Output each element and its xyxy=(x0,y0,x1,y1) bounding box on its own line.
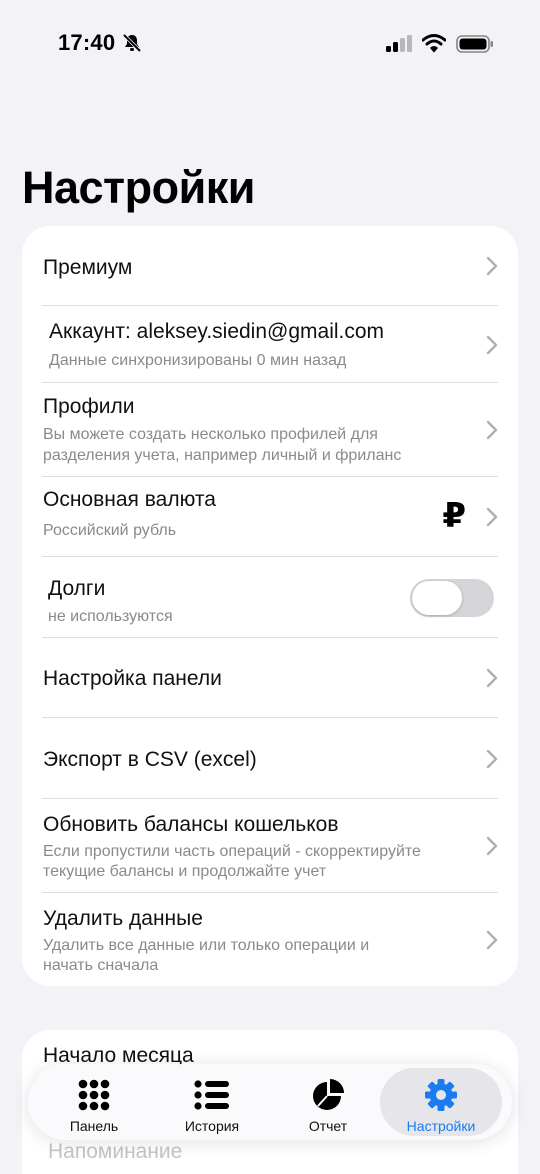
bell-muted-icon xyxy=(122,33,142,53)
cellular-signal-icon xyxy=(386,35,412,52)
tab-settings[interactable]: Настройки xyxy=(380,1068,502,1136)
debts-title: Долги xyxy=(48,577,106,600)
tab-label: История xyxy=(184,1118,240,1134)
refresh-balances-description-line2: текущие балансы и продолжайте учет xyxy=(43,863,327,880)
toggle-knob xyxy=(412,581,462,615)
delete-data-title: Удалить данные xyxy=(43,907,203,930)
chevron-right-icon xyxy=(486,930,498,950)
profiles-title: Профили xyxy=(43,395,135,418)
panel-settings-title: Настройка панели xyxy=(43,667,222,690)
settings-card: Премиум Аккаунт: aleksey.siedin@gmail.co… xyxy=(22,226,518,986)
export-csv-row[interactable]: Экспорт в CSV (excel) xyxy=(22,718,518,799)
tab-history[interactable]: История xyxy=(154,1068,270,1136)
profiles-row[interactable]: Профили Вы можете создать несколько проф… xyxy=(22,383,518,477)
refresh-balances-row[interactable]: Обновить балансы кошельков Если пропусти… xyxy=(22,799,518,893)
chevron-right-icon xyxy=(486,668,498,688)
tab-label: Отчет xyxy=(308,1118,348,1134)
profiles-description-line1: Вы можете создать несколько профилей для xyxy=(43,426,378,443)
debts-toggle[interactable] xyxy=(410,579,494,617)
currency-value: Российский рубль xyxy=(43,522,177,539)
account-title: Аккаунт: aleksey.siedin@gmail.com xyxy=(49,320,385,343)
chevron-right-icon xyxy=(486,507,498,527)
delete-data-description-line1: Удалить все данные или только операции и xyxy=(43,937,370,954)
export-csv-title: Экспорт в CSV (excel) xyxy=(43,748,257,771)
tab-report[interactable]: Отчет xyxy=(270,1068,386,1136)
pie-chart-icon xyxy=(313,1079,344,1110)
tab-label: Панель xyxy=(69,1118,119,1134)
premium-title: Премиум xyxy=(43,256,133,279)
status-bar: 17:40 xyxy=(0,0,540,90)
status-time: 17:40 xyxy=(58,30,116,55)
ruble-icon: ₽ xyxy=(442,497,466,535)
gear-icon xyxy=(425,1079,457,1111)
grid-icon xyxy=(78,1079,110,1111)
tab-panel[interactable]: Панель xyxy=(36,1068,152,1136)
tab-bar: Панель История Отчет Настройки xyxy=(28,1064,512,1140)
chevron-right-icon xyxy=(486,256,498,276)
premium-row[interactable]: Премиум xyxy=(22,226,518,306)
battery-icon xyxy=(456,35,493,53)
reminder-title[interactable]: Напоминание xyxy=(48,1140,182,1164)
chevron-right-icon xyxy=(486,420,498,440)
debts-row: Долги не используются xyxy=(22,557,518,638)
chevron-right-icon xyxy=(486,335,498,355)
panel-settings-row[interactable]: Настройка панели xyxy=(22,638,518,718)
wifi-icon xyxy=(422,34,446,53)
account-row[interactable]: Аккаунт: aleksey.siedin@gmail.com Данные… xyxy=(22,306,518,383)
account-sync-status: Данные синхронизированы 0 мин назад xyxy=(49,352,347,369)
delete-data-row[interactable]: Удалить данные Удалить все данные или то… xyxy=(22,893,518,986)
list-icon xyxy=(194,1080,229,1110)
tab-label: Настройки xyxy=(406,1118,476,1134)
delete-data-description-line2: начать сначала xyxy=(43,957,159,974)
currency-row[interactable]: Основная валюта Российский рубль ₽ xyxy=(22,477,518,557)
profiles-description-line2: разделения учета, например личный и фрил… xyxy=(43,447,402,464)
currency-title: Основная валюта xyxy=(43,488,216,511)
chevron-right-icon xyxy=(486,836,498,856)
refresh-balances-title: Обновить балансы кошельков xyxy=(43,813,339,836)
page-title: Настройки xyxy=(22,162,255,213)
refresh-balances-description-line1: Если пропустили часть операций - скоррек… xyxy=(43,843,421,860)
debts-status: не используются xyxy=(48,608,173,625)
chevron-right-icon xyxy=(486,749,498,769)
